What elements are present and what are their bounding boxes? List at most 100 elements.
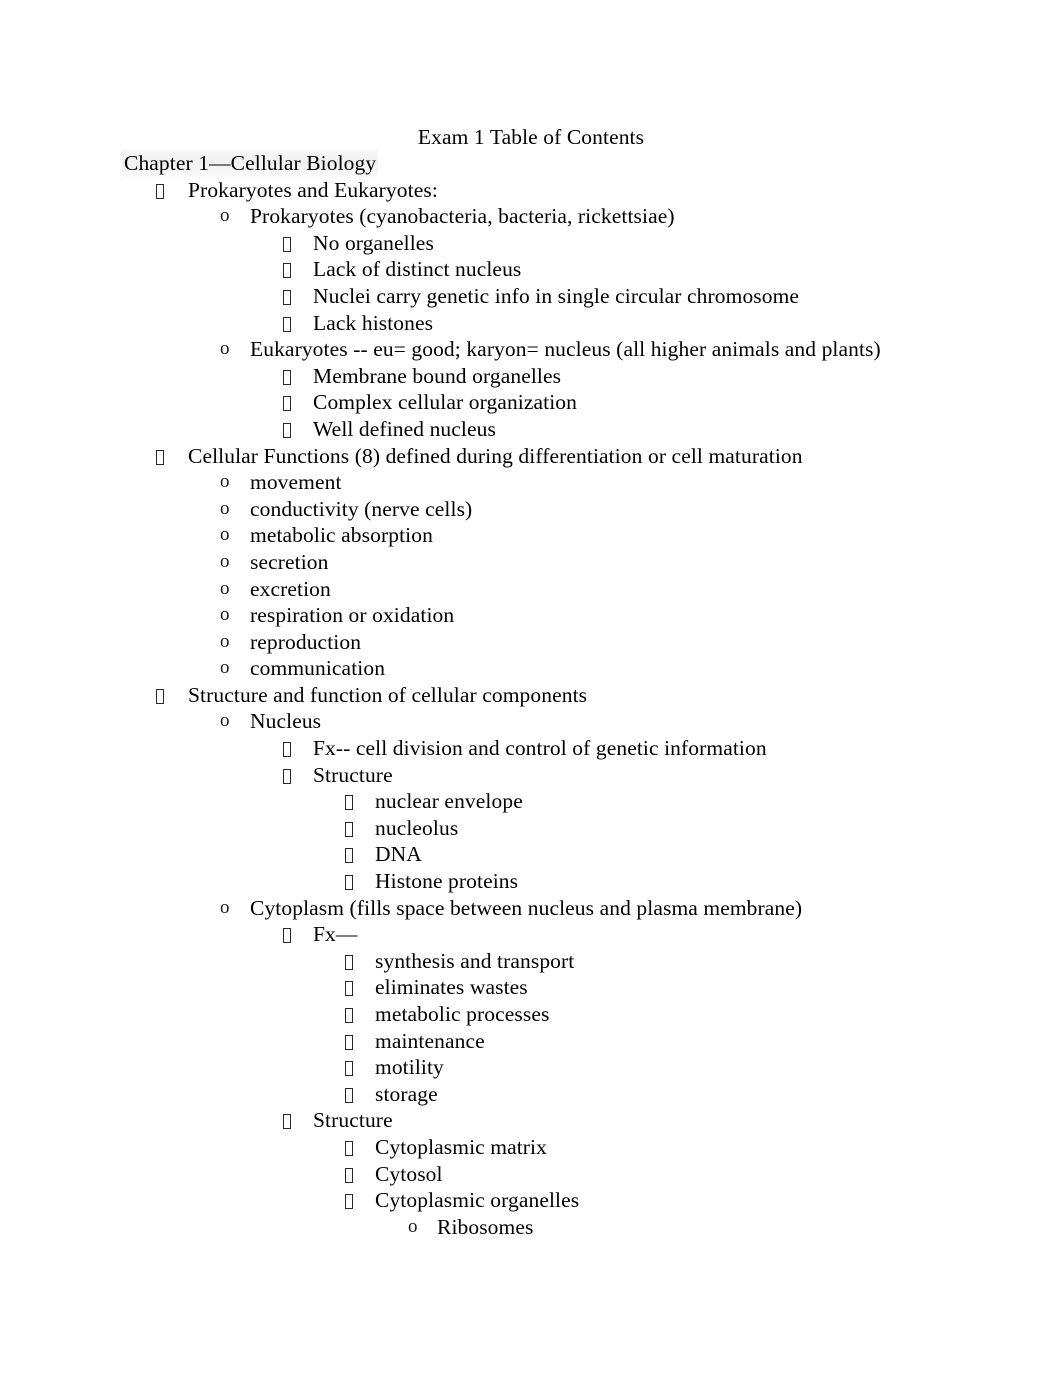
square-bullet-icon [345, 1001, 353, 1028]
outline-item: o Eukaryotes -- eu= good; karyon= nucleus… [0, 336, 1062, 363]
outline-item-label: Fx— [313, 922, 358, 947]
missing-glyph-box-icon [345, 1061, 353, 1077]
circle-bullet-icon: o [220, 710, 230, 732]
outline-item-label: metabolic absorption [250, 523, 433, 548]
circle-bullet-icon: o [220, 471, 230, 493]
square-bullet-icon [283, 363, 291, 390]
square-bullet-icon [283, 735, 291, 762]
outline-item-label: Cellular Functions (8) defined during di… [188, 443, 803, 468]
missing-glyph-box-icon [283, 1114, 291, 1130]
missing-glyph-box-icon [156, 183, 164, 199]
missing-glyph-box-icon [283, 742, 291, 758]
missing-glyph-box-icon [345, 795, 353, 811]
missing-glyph-box-icon [345, 821, 353, 837]
outline-item-label: excretion [250, 576, 331, 601]
outline-item-label: secretion [250, 549, 329, 574]
square-bullet-icon [345, 948, 353, 975]
outline-item: Nuclei carry genetic info in single circ… [0, 283, 1062, 310]
outline-item-label: eliminates wastes [375, 975, 528, 1000]
circle-bullet-icon: o [408, 1215, 418, 1237]
outline-item-label: storage [375, 1081, 438, 1106]
outline-item: o metabolic absorption [0, 522, 1062, 549]
square-bullet-icon [345, 1134, 353, 1161]
outline-item: Structure [0, 762, 1062, 789]
square-bullet-icon [345, 868, 353, 895]
outline-item-label: Structure [313, 762, 393, 787]
missing-glyph-box-icon [283, 236, 291, 252]
circle-bullet-icon: o [220, 896, 230, 918]
missing-glyph-box-icon [345, 1008, 353, 1023]
outline-item: o conductivity (nerve cells) [0, 496, 1062, 523]
outline-item: Cytoplasmic matrix [0, 1134, 1062, 1161]
outline-item: Complex cellular organization [0, 389, 1062, 416]
outline-item: Fx— [0, 921, 1062, 948]
outline-item-label: Nuclei carry genetic info in single circ… [313, 283, 800, 308]
outline-item-label: conductivity (nerve cells) [250, 496, 473, 521]
outline-item-label: Fx-- cell division and control of geneti… [313, 736, 767, 761]
outline-item-label: maintenance [375, 1028, 485, 1053]
missing-glyph-box-icon [345, 1140, 353, 1156]
square-bullet-icon [283, 230, 291, 257]
outline-item: Well defined nucleus [0, 416, 1062, 443]
missing-glyph-box-icon [283, 289, 291, 305]
square-bullet-icon [283, 762, 291, 789]
outline-item-label: nuclear envelope [375, 789, 523, 814]
outline-item-label: Lack histones [313, 310, 434, 335]
outline-item-label: Cytoplasm (fills space between nucleus a… [250, 895, 803, 920]
missing-glyph-box-icon [283, 369, 291, 385]
circle-bullet-icon: o [220, 205, 230, 227]
square-bullet-icon [345, 1054, 353, 1081]
outline-item-label: motility [375, 1055, 444, 1080]
page-title: Exam 1 Table of Contents [417, 125, 645, 149]
outline-item: o movement [0, 469, 1062, 496]
missing-glyph-box-icon [345, 1194, 353, 1210]
outline-item: o respiration or oxidation [0, 602, 1062, 629]
missing-glyph-box-icon [156, 688, 164, 704]
outline-item: Membrane bound organelles [0, 363, 1062, 390]
circle-bullet-icon: o [220, 497, 230, 519]
outline-item-label: Nucleus [250, 709, 322, 734]
outline-item: maintenance [0, 1028, 1062, 1055]
outline-item-label: movement [250, 470, 342, 495]
outline-item: o reproduction [0, 629, 1062, 656]
outline-item-label: Complex cellular organization [313, 390, 578, 415]
outline-item: Lack histones [0, 310, 1062, 337]
chapter-heading-label: Chapter 1—Cellular Biology [122, 150, 379, 177]
square-bullet-icon [345, 1028, 353, 1055]
outline-item: Fx-- cell division and control of geneti… [0, 735, 1062, 762]
missing-glyph-box-icon [345, 1087, 353, 1103]
missing-glyph-box-icon [283, 316, 291, 332]
outline-item-label: Well defined nucleus [313, 416, 496, 441]
outline-item-label: Prokaryotes (cyanobacteria, bacteria, ri… [250, 204, 675, 229]
circle-bullet-icon: o [220, 550, 230, 572]
missing-glyph-box-icon [283, 768, 291, 784]
square-bullet-icon [156, 177, 164, 204]
square-bullet-icon [283, 921, 291, 948]
outline-item: o communication [0, 655, 1062, 682]
outline-item-label: Cytoplasmic matrix [375, 1134, 547, 1159]
outline-item-label: Eukaryotes -- eu= good; karyon= nucleus … [250, 337, 881, 362]
outline-item: motility [0, 1054, 1062, 1081]
square-bullet-icon [283, 310, 291, 337]
outline-item-label: Prokaryotes and Eukaryotes: [188, 177, 438, 202]
outline-item: o Prokaryotes (cyanobacteria, bacteria, r… [0, 203, 1062, 230]
outline-item-label: respiration or oxidation [250, 603, 455, 628]
outline-item-label: Cytoplasmic organelles [375, 1188, 580, 1213]
outline-item-label: synthesis and transport [375, 948, 575, 973]
outline-item-label: Histone proteins [375, 869, 519, 894]
outline-item-label: Ribosomes [437, 1214, 534, 1239]
missing-glyph-box-icon [283, 396, 291, 412]
document-page: Exam 1 Table of Contents Chapter 1—Cellu… [0, 0, 1062, 1377]
circle-bullet-icon: o [220, 524, 230, 546]
missing-glyph-box-icon [283, 263, 291, 279]
square-bullet-icon [156, 443, 164, 470]
missing-glyph-box-icon [345, 848, 353, 864]
outline-item: o Cytoplasm (fills space between nucleus … [0, 895, 1062, 922]
outline-item-label: Membrane bound organelles [313, 363, 562, 388]
outline-item: Histone proteins [0, 868, 1062, 895]
outline-item: Cellular Functions (8) defined during di… [0, 443, 1062, 470]
outline-item: No organelles [0, 230, 1062, 257]
square-bullet-icon [345, 841, 353, 868]
outline-item-label: reproduction [250, 629, 362, 654]
outline-item-label: metabolic processes [375, 1002, 550, 1026]
